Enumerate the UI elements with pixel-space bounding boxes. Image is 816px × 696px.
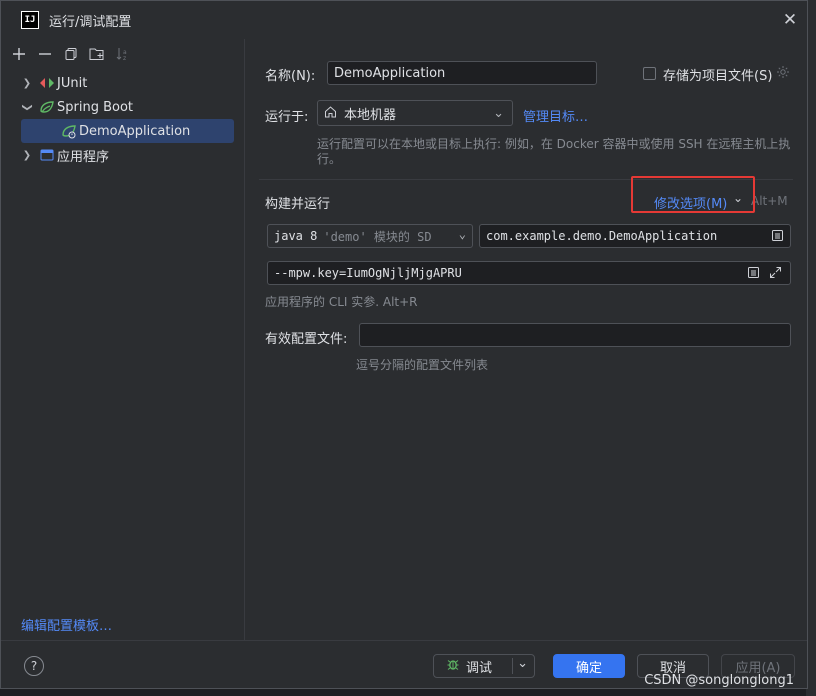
annotation-highlight-box (631, 176, 755, 213)
chevron-down-icon: ⌄ (455, 227, 466, 241)
application-icon (39, 147, 55, 163)
main-class-field[interactable]: com.example.demo.DemoApplication (479, 224, 791, 248)
chevron-down-icon: ⌄ (493, 106, 504, 121)
jdk-suffix: 'demo' 模块的 SD (323, 229, 432, 244)
sort-icon[interactable]: az (113, 44, 133, 64)
ok-button[interactable]: 确定 (553, 654, 625, 678)
name-field[interactable]: DemoApplication (327, 61, 597, 85)
home-icon (324, 105, 340, 122)
debug-button[interactable]: 调试 ⌄ (433, 654, 535, 678)
chevron-right-icon[interactable]: ❯ (21, 150, 33, 161)
program-arguments-field[interactable]: --mpw.key=IumOgNjljMjgAPRU (267, 261, 791, 285)
build-and-run-label: 构建并运行 (265, 197, 331, 212)
program-arguments-value: --mpw.key=IumOgNjljMjgAPRU (274, 266, 462, 280)
run-on-combo[interactable]: 本地机器 ⌄ (317, 100, 513, 126)
manage-targets-link[interactable]: 管理目标… (523, 106, 588, 125)
svg-text:z: z (123, 55, 126, 61)
help-icon[interactable]: ? (24, 656, 44, 676)
configurations-panel: az ❯ JUnit ❯ Spring Boot DemoApplication… (1, 39, 245, 640)
spring-boot-icon (39, 99, 55, 115)
add-icon[interactable] (9, 44, 29, 64)
modify-options-shortcut: Alt+M (751, 194, 788, 208)
gear-icon[interactable] (776, 65, 790, 83)
tree-item-spring-boot[interactable]: ❯ Spring Boot (21, 95, 231, 119)
intellij-logo-icon: IJ (21, 11, 39, 29)
tree-item-label: JUnit (57, 75, 88, 91)
active-profiles-field[interactable] (359, 323, 791, 347)
tree-item-label: Spring Boot (57, 99, 134, 115)
run-on-label: 运行于: (265, 110, 309, 125)
bug-icon (446, 657, 460, 675)
watermark: CSDN @songlonglong1 (644, 673, 794, 688)
jdk-combo[interactable]: java 8 'demo' 模块的 SD ⌄ (267, 224, 473, 248)
list-icon[interactable] (747, 266, 760, 282)
active-profiles-hint: 逗号分隔的配置文件列表 (356, 358, 489, 372)
tree-item-junit[interactable]: ❯ JUnit (21, 71, 231, 95)
chevron-down-icon[interactable]: ⌄ (517, 656, 528, 671)
tree-item-demo-application[interactable]: DemoApplication (21, 119, 234, 143)
tree-item-application[interactable]: ❯ 应用程序 (21, 143, 231, 167)
remove-icon[interactable] (35, 44, 55, 64)
edit-configuration-templates-link[interactable]: 编辑配置模板… (21, 615, 112, 634)
split-divider (512, 658, 513, 674)
spring-boot-run-icon (61, 123, 77, 139)
copy-icon[interactable] (61, 44, 81, 64)
configuration-form: 名称(N): DemoApplication 存储为项目文件(S) 运行于: 本… (245, 39, 807, 640)
run-debug-configurations-dialog: IJ 运行/调试配置 ✕ az ❯ JUnit ❯ Spring Boot De… (0, 0, 808, 689)
close-button[interactable]: ✕ (779, 9, 801, 31)
tree-item-label: 应用程序 (57, 149, 110, 165)
store-as-project-file-checkbox[interactable] (643, 67, 656, 80)
name-label: 名称(N): (265, 69, 316, 84)
expand-icon[interactable] (769, 266, 782, 282)
chevron-down-icon[interactable]: ❯ (22, 101, 33, 113)
program-arguments-hint: 应用程序的 CLI 实参. Alt+R (265, 295, 418, 309)
main-class-value: com.example.demo.DemoApplication (486, 229, 718, 243)
configurations-toolbar: az (9, 43, 133, 65)
active-profiles-label: 有效配置文件: (265, 332, 348, 347)
store-as-project-file-label: 存储为项目文件(S) (663, 69, 773, 84)
new-folder-icon[interactable] (87, 44, 107, 64)
run-on-value: 本地机器 (344, 107, 397, 123)
title-bar: IJ 运行/调试配置 ✕ (1, 1, 807, 39)
run-on-hint: 运行配置可以在本地或目标上执行: 例如，在 Docker 容器中或使用 SSH … (317, 137, 791, 166)
debug-label: 调试 (466, 660, 493, 676)
window-title: 运行/调试配置 (49, 15, 132, 30)
browse-icon[interactable] (771, 229, 784, 245)
junit-icon (39, 75, 55, 91)
chevron-right-icon[interactable]: ❯ (21, 78, 33, 89)
tree-item-label: DemoApplication (79, 123, 191, 139)
jdk-value: java 8 (274, 229, 318, 243)
